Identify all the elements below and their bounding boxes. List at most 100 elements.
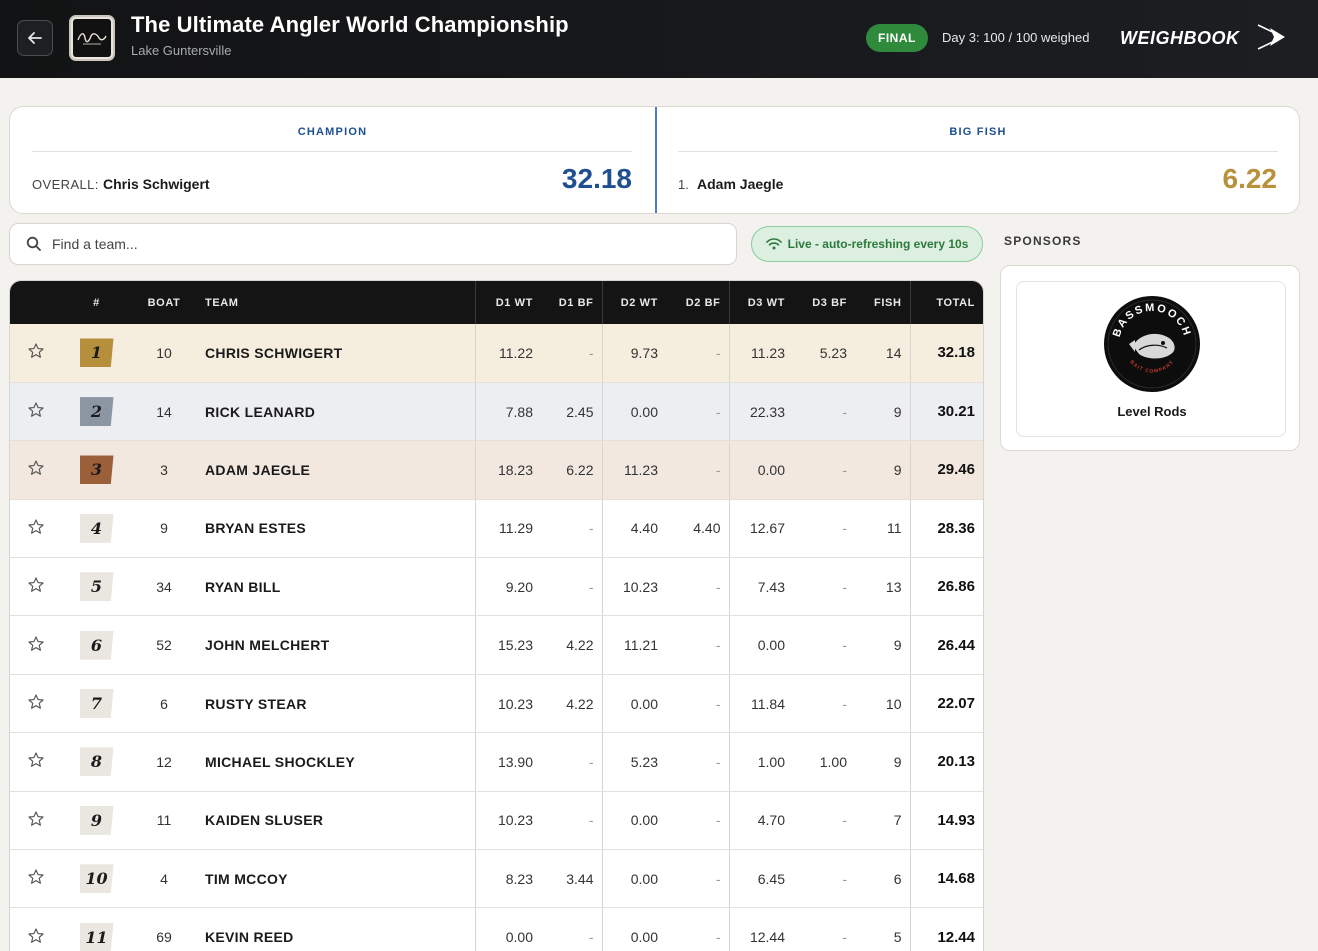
- back-button[interactable]: [17, 20, 53, 56]
- table-row[interactable]: 5 34 RYAN BILL 9.20-10.23-7.43-13 26.86: [10, 557, 983, 617]
- boat-number: 52: [131, 615, 197, 675]
- star-outline-icon[interactable]: [27, 576, 45, 594]
- header-boat[interactable]: BOAT: [131, 281, 197, 324]
- d3-big-fish: -: [793, 499, 855, 559]
- live-refresh-indicator: Live - auto-refreshing every 10s: [751, 226, 983, 262]
- d1-big-fish: 6.22: [541, 440, 602, 500]
- team-name[interactable]: CHRIS SCHWIGERT: [197, 324, 475, 383]
- table-row[interactable]: 11 69 KEVIN REED 0.00-0.00-12.44-5 12.44: [10, 907, 983, 951]
- d1-weight: 9.20: [474, 557, 541, 617]
- star-outline-icon[interactable]: [27, 518, 45, 536]
- header-d2-big-fish[interactable]: D2 BF: [666, 281, 729, 324]
- live-label: Live - auto-refreshing every 10s: [787, 237, 969, 251]
- star-outline-icon[interactable]: [27, 810, 45, 828]
- header-d1-big-fish[interactable]: D1 BF: [541, 281, 602, 324]
- table-row[interactable]: 2 14 RICK LEANARD 7.88 2.45 0.00-22.33-9 30.21: [10, 382, 983, 442]
- team-name[interactable]: BRYAN ESTES: [197, 499, 475, 559]
- d1-weight: 0.00: [474, 907, 541, 951]
- d1-weight: 11.29: [474, 499, 541, 559]
- table-row[interactable]: 7 6 RUSTY STEAR 10.23 4.22 0.00-11.84-10 22.07: [10, 674, 983, 734]
- total-weight: 12.44: [909, 907, 983, 951]
- header-favorite: [10, 281, 62, 324]
- d3-big-fish: 1.00: [793, 732, 855, 792]
- d1-weight: 18.23: [474, 440, 541, 500]
- team-search[interactable]: [9, 223, 737, 265]
- table-row[interactable]: 3 3 ADAM JAEGLE 18.23 6.22 11.23-0.00-9 29.46: [10, 440, 983, 500]
- page-title: The Ultimate Angler World Championship: [131, 12, 569, 37]
- rank-badge: 11: [79, 922, 114, 951]
- team-name[interactable]: ADAM JAEGLE: [197, 440, 475, 500]
- status-badge: FINAL: [866, 24, 928, 52]
- search-input[interactable]: [52, 232, 722, 256]
- rank-badge: 5: [79, 572, 114, 602]
- star-outline-icon[interactable]: [27, 751, 45, 769]
- table-row[interactable]: 9 11 KAIDEN SLUSER 10.23-0.00-4.70-7 14.93: [10, 791, 983, 851]
- header-rank[interactable]: #: [62, 281, 131, 324]
- d3-weight: 22.33: [728, 382, 793, 442]
- wifi-icon: [765, 238, 782, 250]
- d2-weight: 0.00: [601, 382, 666, 442]
- total-weight: 26.86: [909, 557, 983, 617]
- table-row[interactable]: 1 10 CHRIS SCHWIGERT 11.22-9.73-11.23 5.23 14…: [10, 324, 983, 383]
- team-name[interactable]: JOHN MELCHERT: [197, 615, 475, 675]
- header-team[interactable]: TEAM: [197, 281, 475, 324]
- header-d3-big-fish[interactable]: D3 BF: [793, 281, 855, 324]
- header-total[interactable]: TOTAL: [909, 281, 983, 324]
- star-outline-icon[interactable]: [27, 868, 45, 886]
- d2-weight: 0.00: [601, 907, 666, 951]
- d3-weight: 11.23: [728, 324, 793, 383]
- fish-count: 9: [855, 615, 910, 675]
- team-name[interactable]: RUSTY STEAR: [197, 674, 475, 734]
- d3-weight: 4.70: [728, 791, 793, 851]
- brand-text: WEIGHBOOK: [1120, 28, 1241, 48]
- team-name[interactable]: KEVIN REED: [197, 907, 475, 951]
- boat-number: 14: [131, 382, 197, 442]
- table-row[interactable]: 6 52 JOHN MELCHERT 15.23 4.22 11.21-0.00-9 26.…: [10, 615, 983, 675]
- star-outline-icon[interactable]: [27, 401, 45, 419]
- overall-label: OVERALL:: [32, 177, 99, 192]
- d1-big-fish: -: [541, 557, 602, 617]
- boat-number: 11: [131, 791, 197, 851]
- d2-big-fish: -: [666, 732, 729, 792]
- table-row[interactable]: 4 9 BRYAN ESTES 11.29-4.40 4.40 12.67-11 28.36: [10, 499, 983, 559]
- header-d2-weight[interactable]: D2 WT: [601, 281, 666, 324]
- team-name[interactable]: MICHAEL SHOCKLEY: [197, 732, 475, 792]
- summary-divider: [655, 107, 657, 213]
- table-row[interactable]: 8 12 MICHAEL SHOCKLEY 13.90-5.23-1.00 1.00 9 2…: [10, 732, 983, 792]
- d3-big-fish: -: [793, 907, 855, 951]
- total-weight: 28.36: [909, 499, 983, 559]
- d1-weight: 11.22: [474, 324, 541, 383]
- brand-logo[interactable]: WEIGHBOOK: [1118, 20, 1288, 54]
- star-outline-icon[interactable]: [27, 927, 45, 945]
- search-icon: [26, 236, 41, 251]
- team-name[interactable]: RYAN BILL: [197, 557, 475, 617]
- rank-badge: 3: [79, 455, 114, 485]
- header-d1-weight[interactable]: D1 WT: [474, 281, 541, 324]
- rank-badge: 4: [79, 513, 114, 543]
- sponsor-card[interactable]: BASSMOOCH BAIT COMPANY Level Rods: [1016, 281, 1286, 437]
- fish-count: 9: [855, 732, 910, 792]
- boat-number: 69: [131, 907, 197, 951]
- champion-name: Chris Schwigert: [103, 176, 210, 192]
- d2-weight: 0.00: [601, 791, 666, 851]
- star-outline-icon[interactable]: [27, 693, 45, 711]
- d2-big-fish: 4.40: [666, 499, 729, 559]
- d3-big-fish: -: [793, 382, 855, 442]
- fish-count: 6: [855, 849, 910, 909]
- rank-badge: 2: [79, 397, 114, 427]
- team-name[interactable]: KAIDEN SLUSER: [197, 791, 475, 851]
- header-fish-count[interactable]: FISH: [855, 281, 910, 324]
- header-d3-weight[interactable]: D3 WT: [728, 281, 793, 324]
- d3-big-fish: 5.23: [793, 324, 855, 383]
- star-outline-icon[interactable]: [27, 459, 45, 477]
- fish-count: 14: [855, 324, 910, 383]
- d1-big-fish: -: [541, 907, 602, 951]
- d1-big-fish: -: [541, 791, 602, 851]
- team-name[interactable]: RICK LEANARD: [197, 382, 475, 442]
- d3-weight: 7.43: [728, 557, 793, 617]
- table-row[interactable]: 10 4 TIM MCCOY 8.23 3.44 0.00-6.45-6 14.68: [10, 849, 983, 909]
- arrow-left-icon: [28, 32, 42, 44]
- star-outline-icon[interactable]: [27, 635, 45, 653]
- star-outline-icon[interactable]: [27, 342, 45, 360]
- team-name[interactable]: TIM MCCOY: [197, 849, 475, 909]
